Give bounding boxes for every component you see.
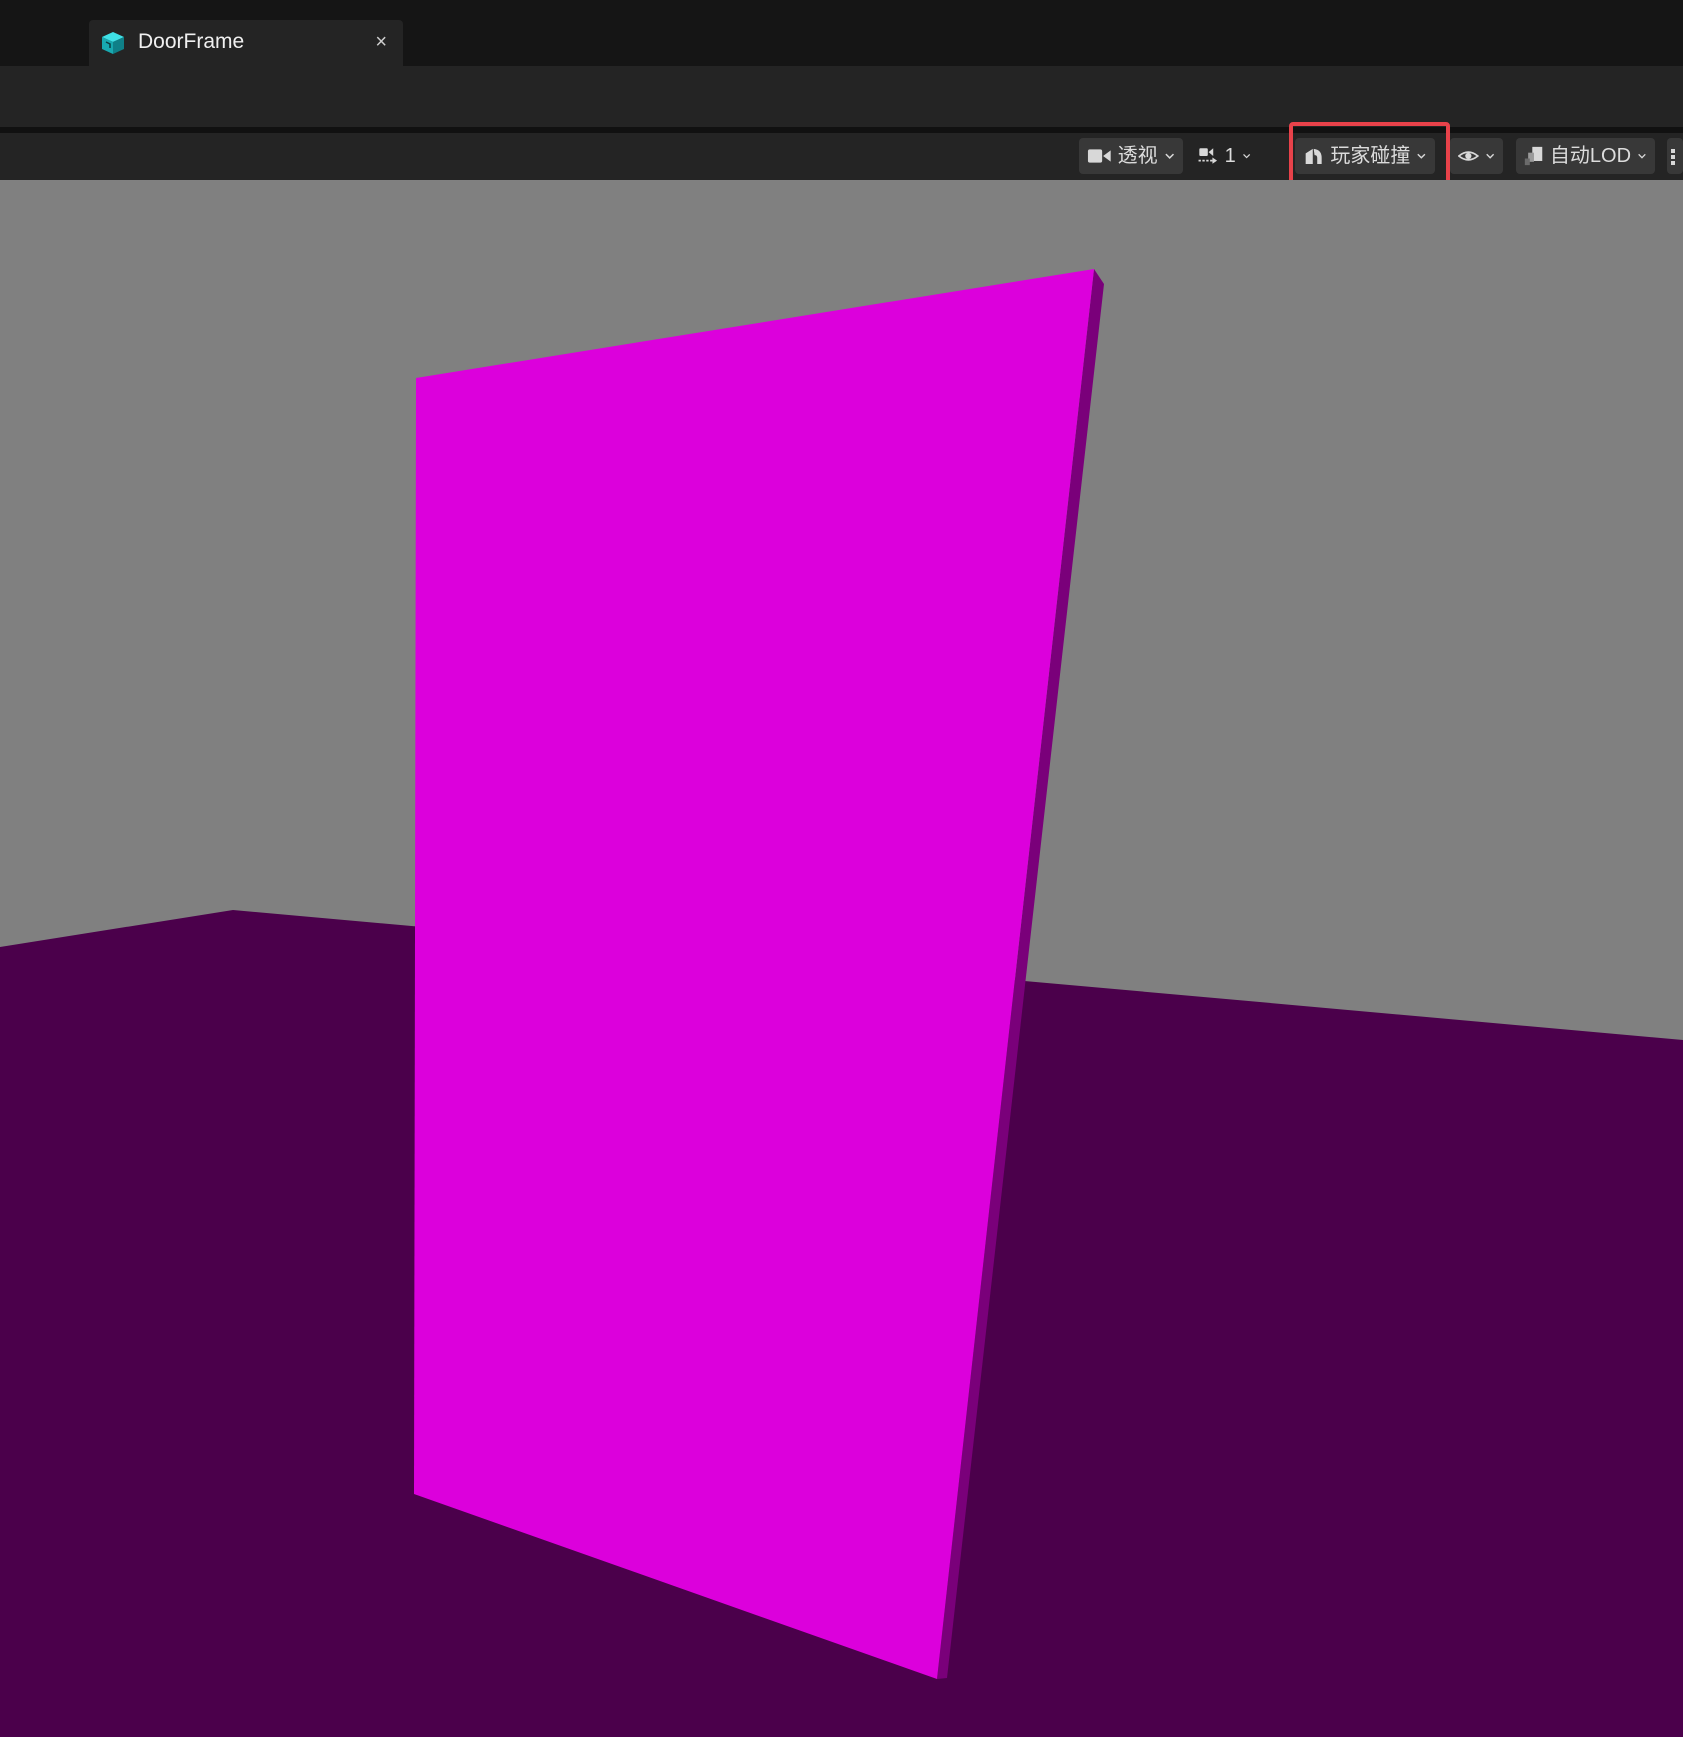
tab-close-button[interactable]: ×: [375, 29, 387, 55]
camera-speed-value: 1: [1224, 145, 1236, 167]
eye-icon: [1458, 151, 1479, 161]
lod-icon: [1524, 146, 1543, 166]
document-tab-bar: DoorFrame ×: [0, 0, 1683, 66]
collision-view-label: 玩家碰撞: [1330, 145, 1411, 167]
lod-label: 自动LOD: [1549, 145, 1632, 167]
3d-viewport[interactable]: [0, 180, 1683, 1737]
collision-icon: [1305, 148, 1322, 164]
tab-title: DoorFrame: [138, 30, 245, 53]
video-camera-icon: [1087, 149, 1111, 163]
tab-doorframe[interactable]: DoorFrame ×: [89, 20, 403, 66]
viewport-options-button[interactable]: [1667, 138, 1683, 174]
chevron-down-icon: [1417, 153, 1426, 159]
chevron-down-icon: [1485, 153, 1494, 159]
grid-icon: [1671, 149, 1675, 165]
camera-speed-dropdown[interactable]: 1: [1189, 138, 1259, 174]
static-mesh-icon: [102, 32, 124, 54]
viewport-scene: [0, 269, 1683, 1737]
view-mode-label: 透视: [1117, 145, 1158, 167]
view-mode-dropdown[interactable]: 透视: [1079, 138, 1183, 174]
viewport-toolbar: 透视 1 玩家碰撞 自动LOD: [0, 133, 1683, 180]
chevron-down-icon: [1164, 153, 1174, 159]
show-flags-dropdown[interactable]: [1450, 138, 1503, 174]
lod-dropdown[interactable]: 自动LOD: [1516, 138, 1655, 174]
editor-toolbar: [0, 66, 1683, 127]
chevron-down-icon: [1638, 153, 1646, 159]
chevron-down-icon: [1242, 154, 1250, 159]
collision-view-dropdown[interactable]: 玩家碰撞: [1295, 138, 1435, 174]
camera-speed-icon: [1198, 148, 1218, 164]
